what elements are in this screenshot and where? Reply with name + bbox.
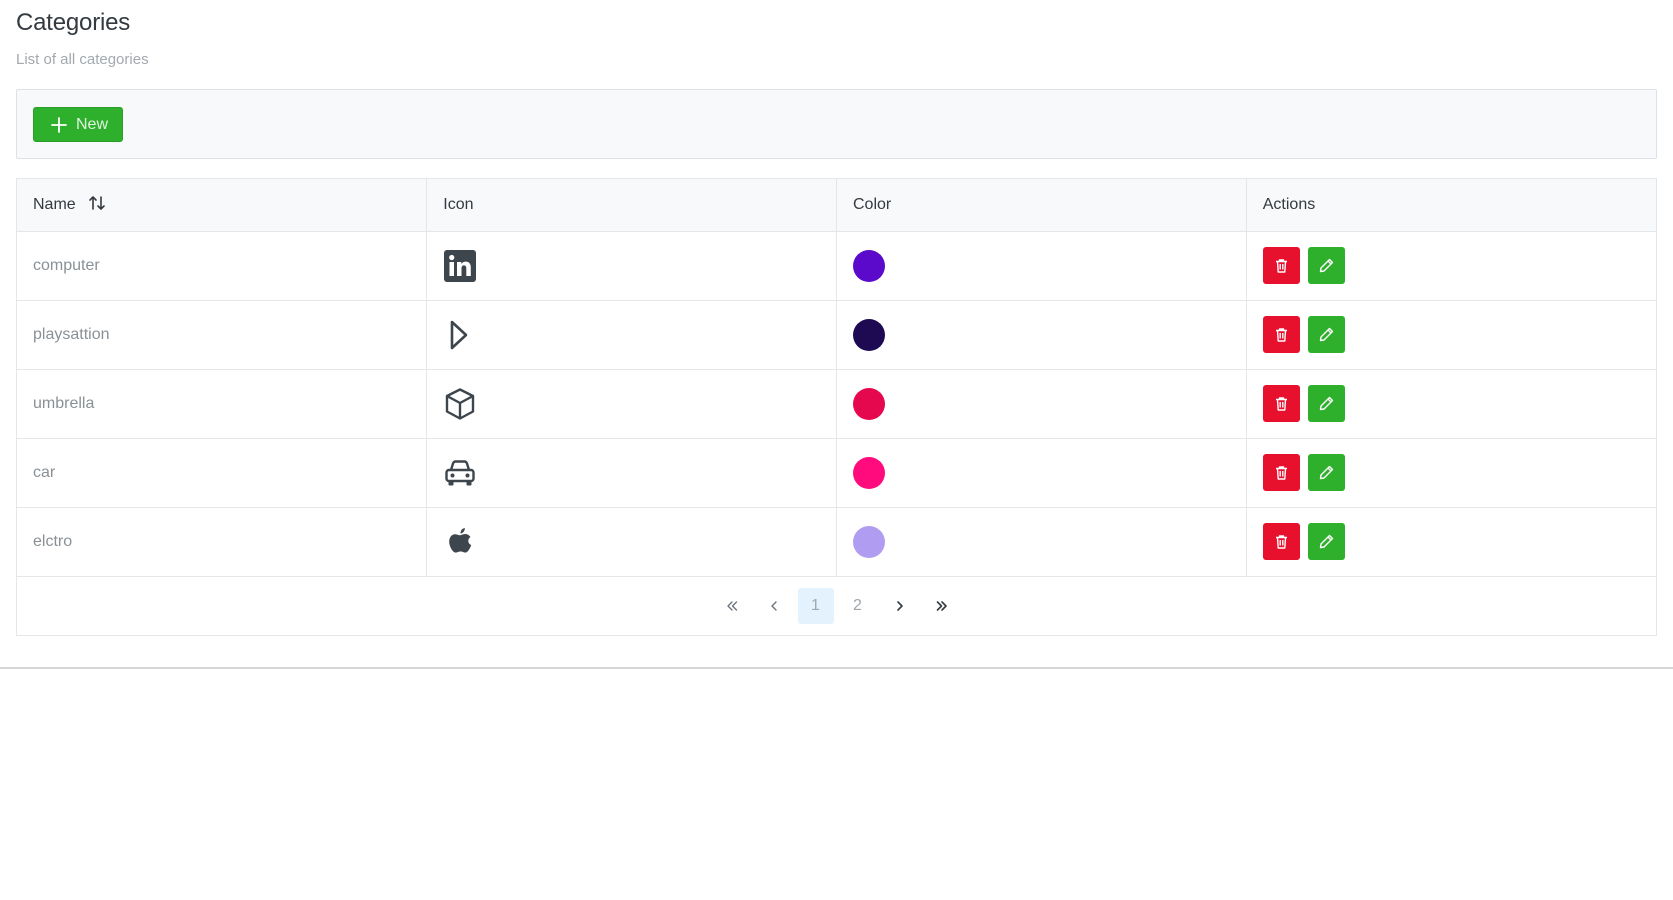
next-page-button[interactable]: [882, 588, 918, 624]
pencil-icon: [1319, 465, 1333, 480]
page-subtitle: List of all categories: [16, 51, 149, 68]
category-icon-cell: [426, 231, 837, 301]
page-button-1[interactable]: 1: [797, 587, 834, 624]
actions-cell: [1246, 369, 1656, 439]
delete-button[interactable]: [1262, 454, 1300, 491]
edit-button[interactable]: [1307, 316, 1345, 353]
page-button-2[interactable]: 2: [840, 588, 876, 624]
new-button[interactable]: New: [33, 107, 123, 142]
page-title: Categories: [16, 9, 131, 36]
chevron-right-icon: [896, 600, 903, 611]
double-chevron-left-icon: [726, 600, 737, 611]
car-icon: [445, 459, 475, 485]
new-button-label: New: [76, 115, 109, 133]
column-header-icon: Icon: [426, 179, 837, 232]
actions-cell: [1246, 231, 1656, 301]
delete-button[interactable]: [1262, 316, 1300, 353]
double-chevron-right-icon: [936, 600, 947, 611]
play-triangle-icon: [450, 320, 468, 349]
table-row: umbrella: [17, 369, 1656, 439]
category-name: elctro: [17, 507, 428, 577]
toolbar: New: [16, 89, 1657, 159]
edit-button[interactable]: [1307, 523, 1345, 560]
column-header-label: Name: [33, 195, 76, 213]
box-icon: [446, 387, 475, 420]
column-header-name[interactable]: Name: [17, 179, 428, 232]
delete-button[interactable]: [1262, 247, 1300, 284]
category-color-cell: [836, 507, 1247, 577]
category-color-cell: [836, 300, 1247, 370]
table-header-row: Name Icon Color Actions: [17, 179, 1656, 232]
actions-cell: [1246, 438, 1656, 508]
paginator: 1 2: [17, 577, 1656, 635]
table-row: elctro: [17, 507, 1656, 577]
categories-table: Name Icon Color Actions computer playsat…: [16, 178, 1657, 636]
chevron-left-icon: [770, 600, 777, 611]
categories-page: Categories List of all categories New Na…: [0, 0, 1673, 669]
trash-icon: [1275, 535, 1287, 549]
plus-icon: [50, 116, 68, 134]
actions-cell: [1246, 507, 1656, 577]
table-row: car: [17, 438, 1656, 508]
delete-button[interactable]: [1262, 523, 1300, 560]
color-swatch: [853, 318, 885, 351]
color-swatch: [853, 249, 885, 282]
column-header-actions: Actions: [1246, 179, 1656, 232]
color-swatch: [853, 456, 885, 489]
pencil-icon: [1319, 258, 1333, 273]
category-color-cell: [836, 438, 1247, 508]
category-name: umbrella: [17, 369, 428, 439]
paginator-row: 1 2: [17, 577, 1656, 635]
page-header: Categories List of all categories: [16, 9, 149, 69]
edit-button[interactable]: [1307, 454, 1345, 491]
category-color-cell: [836, 231, 1247, 301]
delete-button[interactable]: [1262, 385, 1300, 422]
pencil-icon: [1319, 327, 1333, 342]
prev-page-button[interactable]: [756, 588, 792, 624]
pencil-icon: [1319, 396, 1333, 411]
actions-cell: [1246, 300, 1656, 370]
category-name: playsattion: [17, 300, 428, 370]
category-icon-cell: [426, 300, 837, 370]
trash-icon: [1275, 466, 1287, 480]
color-swatch: [853, 387, 885, 420]
column-header-color: Color: [836, 179, 1247, 232]
category-icon-cell: [426, 438, 837, 508]
trash-icon: [1275, 397, 1287, 411]
last-page-button[interactable]: [924, 588, 960, 624]
category-icon-cell: [426, 507, 837, 577]
category-name: computer: [17, 231, 428, 301]
category-icon-cell: [426, 369, 837, 439]
category-color-cell: [836, 369, 1247, 439]
table-row: computer: [17, 231, 1656, 301]
sort-icon[interactable]: [88, 194, 106, 212]
linkedin-icon: [444, 249, 477, 282]
edit-button[interactable]: [1307, 385, 1345, 422]
edit-button[interactable]: [1307, 247, 1345, 284]
apple-icon: [449, 527, 472, 553]
color-swatch: [853, 525, 885, 558]
first-page-button[interactable]: [714, 588, 750, 624]
category-name: car: [17, 438, 428, 508]
trash-icon: [1275, 259, 1287, 273]
pencil-icon: [1319, 534, 1333, 549]
table-row: playsattion: [17, 300, 1656, 370]
trash-icon: [1275, 328, 1287, 342]
